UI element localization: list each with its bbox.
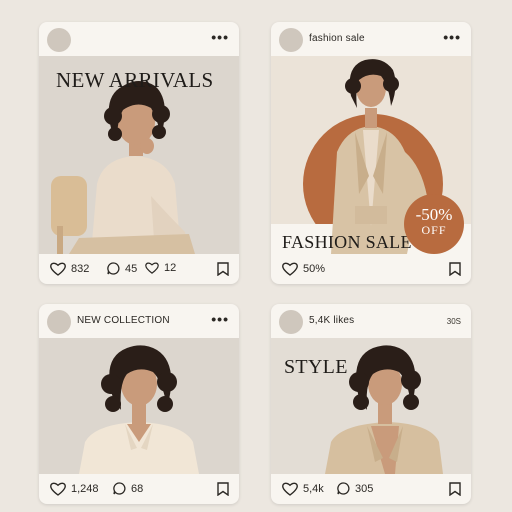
comment-bubble-icon xyxy=(337,482,350,495)
sale-badge: -50% OFF xyxy=(404,194,464,254)
post-title: STYLE xyxy=(284,356,348,378)
like-count: 5,4k xyxy=(303,483,324,495)
post-handle[interactable]: 5,4K likes xyxy=(309,315,354,326)
like-stat[interactable]: 50% xyxy=(282,262,325,276)
avatar[interactable] xyxy=(47,28,71,52)
post-handle[interactable]: NEW COLLECTION xyxy=(77,315,170,326)
comment-bubble-icon xyxy=(113,482,126,495)
post-actions: 1,248 68 xyxy=(39,474,239,504)
sale-badge-percent: -50% xyxy=(415,205,453,224)
post-photo[interactable]: STYLE xyxy=(271,338,471,474)
comment-stat[interactable]: 305 xyxy=(337,482,373,495)
heart-icon xyxy=(50,262,66,276)
post-header: ••• xyxy=(39,22,239,56)
bookmark-icon[interactable] xyxy=(449,262,461,279)
post-actions: 832 45 12 xyxy=(39,254,239,284)
like-count: 50% xyxy=(303,263,326,275)
comment-bubble-icon xyxy=(107,262,120,275)
post-photo[interactable] xyxy=(39,338,239,474)
post-card-fashion-sale[interactable]: fashion sale ••• FASHION SALE -50% OFF 5… xyxy=(271,22,471,284)
share-stat[interactable]: 12 xyxy=(145,262,176,274)
bookmark-icon[interactable] xyxy=(217,482,229,499)
comment-count: 45 xyxy=(125,262,138,275)
model-blouse-illustration xyxy=(39,338,239,474)
like-stat[interactable]: 1,248 xyxy=(50,482,99,496)
post-handle[interactable]: fashion sale xyxy=(309,33,365,44)
like-stat[interactable]: 5,4k xyxy=(282,482,324,496)
sale-badge-off: OFF xyxy=(421,223,447,237)
post-card-new-collection[interactable]: NEW COLLECTION ••• 1,248 68 xyxy=(39,304,239,504)
heart-icon xyxy=(282,262,298,276)
post-actions: 5,4k 305 xyxy=(271,474,471,504)
more-options-icon[interactable]: ••• xyxy=(211,29,229,45)
comment-count: 68 xyxy=(131,482,144,495)
post-photo[interactable]: FASHION SALE -50% OFF xyxy=(271,56,471,254)
comment-stat[interactable]: 45 xyxy=(107,262,137,275)
post-title: NEW ARRIVALS xyxy=(56,68,214,92)
post-card-new-arrivals[interactable]: ••• NEW ARRIVALS 832 45 12 xyxy=(39,22,239,284)
bookmark-icon[interactable] xyxy=(449,482,461,499)
avatar[interactable] xyxy=(279,310,303,334)
bookmark-icon[interactable] xyxy=(217,262,229,279)
post-photo[interactable]: NEW ARRIVALS xyxy=(39,56,239,254)
avatar[interactable] xyxy=(279,28,303,52)
more-options-icon[interactable]: ••• xyxy=(211,311,229,327)
like-stat[interactable]: 832 xyxy=(50,262,89,276)
like-count: 1,248 xyxy=(71,483,99,495)
heart-icon xyxy=(145,262,159,274)
share-count: 12 xyxy=(164,262,177,274)
more-options-icon[interactable]: ••• xyxy=(443,29,461,45)
heart-icon xyxy=(50,482,66,496)
avatar[interactable] xyxy=(47,310,71,334)
heart-icon xyxy=(282,482,298,496)
post-header: 5,4K likes 30S xyxy=(271,304,471,338)
post-header: fashion sale ••• xyxy=(271,22,471,56)
post-actions: 50% xyxy=(271,254,471,284)
comment-stat[interactable]: 68 xyxy=(113,482,143,495)
post-title: FASHION SALE xyxy=(282,232,412,252)
post-card-style[interactable]: 5,4K likes 30S STYLE 5,4k 305 xyxy=(271,304,471,504)
post-header: NEW COLLECTION ••• xyxy=(39,304,239,338)
post-time: 30S xyxy=(446,317,461,326)
like-count: 832 xyxy=(71,263,90,275)
comment-count: 305 xyxy=(355,482,374,495)
